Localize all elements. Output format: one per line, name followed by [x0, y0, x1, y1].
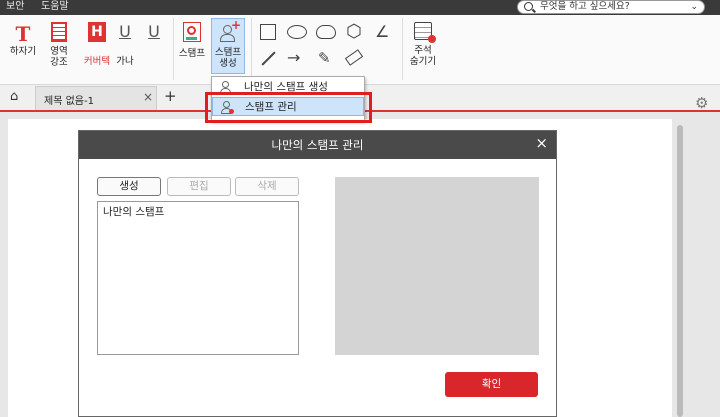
strikeout-button[interactable]: T 하자기 [8, 22, 38, 57]
stamp-label: 스탬프 [178, 48, 206, 59]
highlight-box [205, 92, 372, 123]
search-input[interactable]: 무엇을 하고 싶으세요? ⌄ [517, 0, 705, 14]
add-tab-icon[interactable]: + [164, 87, 177, 105]
rectangle-icon[interactable] [260, 24, 276, 40]
area-highlight-label-2: 강조 [50, 57, 68, 68]
stamp-button[interactable]: 스탬프 [176, 22, 208, 59]
list-item[interactable]: 나만의 스탬프 [98, 202, 298, 221]
area-highlight-icon [51, 22, 67, 42]
ok-button[interactable]: 확인 [445, 372, 538, 397]
angle-icon[interactable]: ∠ [375, 22, 389, 42]
vertical-scrollbar[interactable] [677, 125, 683, 417]
h-box-icon: H [88, 22, 106, 42]
underline-icon: U [119, 22, 131, 41]
stamp-create-button[interactable]: + 스탬프 생성 [211, 18, 245, 74]
wavy-underline-button[interactable]: U [143, 22, 165, 42]
ribbon-divider [173, 18, 174, 80]
ribbon-divider [251, 18, 252, 80]
heading-highlight-button[interactable]: H 커버텍 [83, 22, 111, 67]
close-icon[interactable]: × [535, 133, 548, 153]
menu-security[interactable]: 보안 [6, 0, 24, 14]
area-highlight-button[interactable]: 영역 강조 [44, 22, 74, 68]
strikeout-icon: T [15, 22, 31, 46]
strikeout-label: 하자기 [9, 46, 37, 57]
dialog-title-bar: 나만의 스탬프 관리 × [79, 131, 556, 159]
hide-annotation-icon [414, 22, 436, 43]
hide-annotations-button[interactable]: 주석 숨기기 [405, 22, 441, 67]
h-label: 커버텍 [83, 56, 111, 67]
hexagon-icon[interactable]: ⬡ [346, 22, 362, 42]
search-icon [524, 2, 533, 11]
home-icon[interactable]: ⌂ [10, 89, 18, 104]
stamp-preview [335, 177, 539, 355]
delete-button[interactable]: 삭제 [235, 177, 299, 196]
pencil-icon[interactable]: ✎ [318, 48, 331, 68]
cloud-icon[interactable] [316, 25, 336, 39]
wavy-underline-icon: U [148, 22, 160, 41]
edit-button[interactable]: 편집 [167, 177, 231, 196]
hide-annotations-label-2: 숨기기 [409, 56, 437, 67]
stamp-create-label-2: 생성 [219, 58, 237, 69]
underline-label: 가나 [116, 56, 134, 67]
tab-document-title: 제목 없음-1 [44, 96, 94, 107]
person-add-icon: + [219, 19, 241, 43]
ribbon-divider [402, 18, 403, 80]
create-button[interactable]: 생성 [97, 177, 161, 196]
underline-button[interactable]: U 가나 [114, 22, 136, 67]
chevron-down-icon[interactable]: ⌄ [690, 1, 698, 13]
arrow-icon[interactable]: → [287, 48, 300, 68]
tab-close-icon[interactable]: × [143, 90, 153, 104]
dialog-title: 나만의 스탬프 관리 [271, 138, 364, 152]
ellipse-icon[interactable] [287, 25, 307, 39]
tab-document[interactable]: 제목 없음-1 × [35, 86, 157, 110]
manage-stamps-dialog: 나만의 스탬프 관리 × 생성 편집 삭제 나만의 스탬프 확인 [78, 130, 557, 417]
stamp-list[interactable]: 나만의 스탬프 [97, 201, 299, 355]
stamp-create-label-1: 스탬프 [214, 47, 242, 58]
hide-annotations-label-1: 주석 [414, 45, 432, 56]
stamp-icon [183, 22, 201, 42]
area-highlight-label-1: 영역 [50, 46, 68, 57]
menu-help[interactable]: 도움말 [41, 0, 69, 14]
